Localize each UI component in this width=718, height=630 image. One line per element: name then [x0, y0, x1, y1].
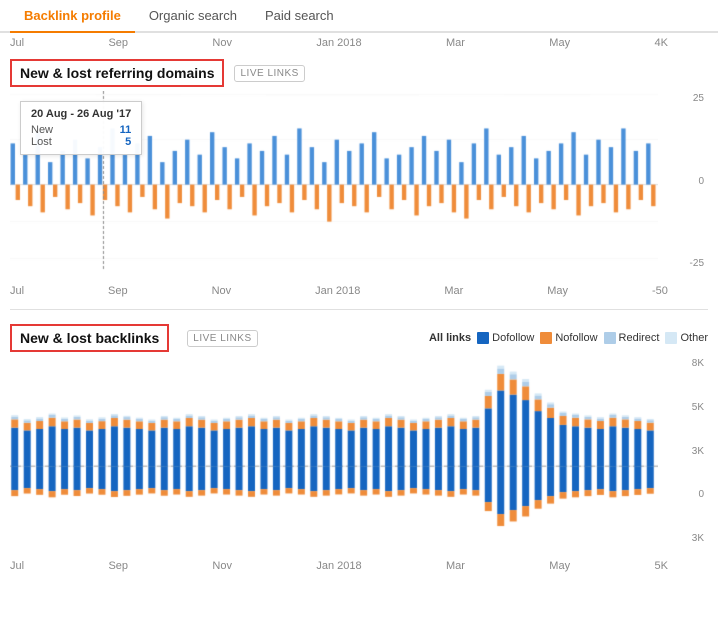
x-axis-bottom: Jul Sep Nov Jan 2018 Mar May 5K [0, 556, 718, 576]
chart1-y-axis: 25 0 -25 [658, 91, 708, 271]
x3-label-nov: Nov [212, 560, 232, 572]
legend-dofollow-dot [477, 332, 489, 344]
section2-title: New & lost backlinks [10, 324, 169, 352]
tooltip1-new-label: New [31, 124, 53, 136]
x2-label-nov: Nov [212, 285, 232, 297]
legend-other: Other [665, 332, 708, 344]
legend-redirect: Redirect [604, 332, 660, 344]
chart1-area: 20 Aug - 26 Aug '17 New 11 Lost 5 [10, 91, 658, 271]
legend-redirect-label: Redirect [619, 332, 660, 344]
section1-header: New & lost referring domains LIVE LINKS [10, 59, 708, 87]
x-label-sep: Sep [108, 37, 128, 49]
x-label-may: May [549, 37, 570, 49]
x3-label-may: May [549, 560, 570, 572]
y2-5k: 5K [692, 402, 704, 413]
y1-25: 25 [693, 93, 704, 104]
x-axis-top: Jul Sep Nov Jan 2018 Mar May 4K [0, 33, 718, 53]
section2-header: New & lost backlinks LIVE LINKS All link… [10, 324, 708, 352]
x3-label-jan: Jan 2018 [316, 560, 361, 572]
tooltip1-lost-value: 5 [125, 136, 131, 148]
y2-0: 0 [698, 489, 704, 500]
tab-bar: Backlink profile Organic search Paid sea… [0, 0, 718, 33]
tooltip1-row-new: New 11 [31, 124, 131, 136]
legend-nofollow-label: Nofollow [555, 332, 597, 344]
tab-backlink-profile[interactable]: Backlink profile [10, 0, 135, 31]
chart2-area [10, 356, 658, 546]
x2-label-sep: Sep [108, 285, 128, 297]
y2-n3k: 3K [692, 533, 704, 544]
y2-3k: 3K [692, 446, 704, 457]
legend-dofollow: Dofollow [477, 332, 534, 344]
legend-redirect-dot [604, 332, 616, 344]
chart2-y-axis: 8K 5K 3K 0 3K [658, 356, 708, 546]
chart1-container: 20 Aug - 26 Aug '17 New 11 Lost 5 25 0 -… [10, 91, 708, 271]
section1-live-badge[interactable]: LIVE LINKS [234, 65, 304, 82]
x3-label-jul: Jul [10, 560, 24, 572]
tooltip1-lost-label: Lost [31, 136, 52, 148]
chart2-canvas [10, 356, 658, 546]
tooltip1: 20 Aug - 26 Aug '17 New 11 Lost 5 [20, 101, 142, 155]
y2-8k: 8K [692, 358, 704, 369]
legend-nofollow-dot [540, 332, 552, 344]
tooltip1-row-lost: Lost 5 [31, 136, 131, 148]
x3-label-5k: 5K [654, 560, 667, 572]
legend-other-label: Other [680, 332, 708, 344]
x-label-jan: Jan 2018 [316, 37, 361, 49]
section1: New & lost referring domains LIVE LINKS … [0, 53, 718, 281]
legend-dofollow-label: Dofollow [492, 332, 534, 344]
x-label-4k: 4K [654, 37, 667, 49]
x2-label-50: -50 [652, 285, 668, 297]
tab-organic-search[interactable]: Organic search [135, 0, 251, 31]
x3-label-mar: Mar [446, 560, 465, 572]
x2-label-mar: Mar [444, 285, 463, 297]
section1-title: New & lost referring domains [10, 59, 224, 87]
legend-other-dot [665, 332, 677, 344]
x-label-jul: Jul [10, 37, 24, 49]
y1-n25: -25 [690, 258, 704, 269]
y1-0: 0 [698, 176, 704, 187]
tab-paid-search[interactable]: Paid search [251, 0, 348, 31]
legend-nofollow: Nofollow [540, 332, 597, 344]
chart2-container: 8K 5K 3K 0 3K [10, 356, 708, 546]
tooltip1-date: 20 Aug - 26 Aug '17 [31, 108, 131, 120]
tabs-container: Backlink profile Organic search Paid sea… [0, 0, 718, 33]
x2-label-jul: Jul [10, 285, 24, 297]
x2-label-may: May [547, 285, 568, 297]
x-label-mar: Mar [446, 37, 465, 49]
x2-label-jan: Jan 2018 [315, 285, 360, 297]
x-axis-mid: Jul Sep Nov Jan 2018 Mar May -50 [0, 281, 718, 301]
section2: New & lost backlinks LIVE LINKS All link… [0, 318, 718, 556]
x3-label-sep: Sep [108, 560, 128, 572]
all-links-label: All links [429, 332, 471, 344]
section-divider [10, 309, 708, 310]
section2-live-badge[interactable]: LIVE LINKS [187, 330, 257, 347]
legend: All links Dofollow Nofollow Redirect Oth… [429, 332, 708, 344]
x-label-nov: Nov [212, 37, 232, 49]
tooltip1-new-value: 11 [120, 124, 132, 136]
